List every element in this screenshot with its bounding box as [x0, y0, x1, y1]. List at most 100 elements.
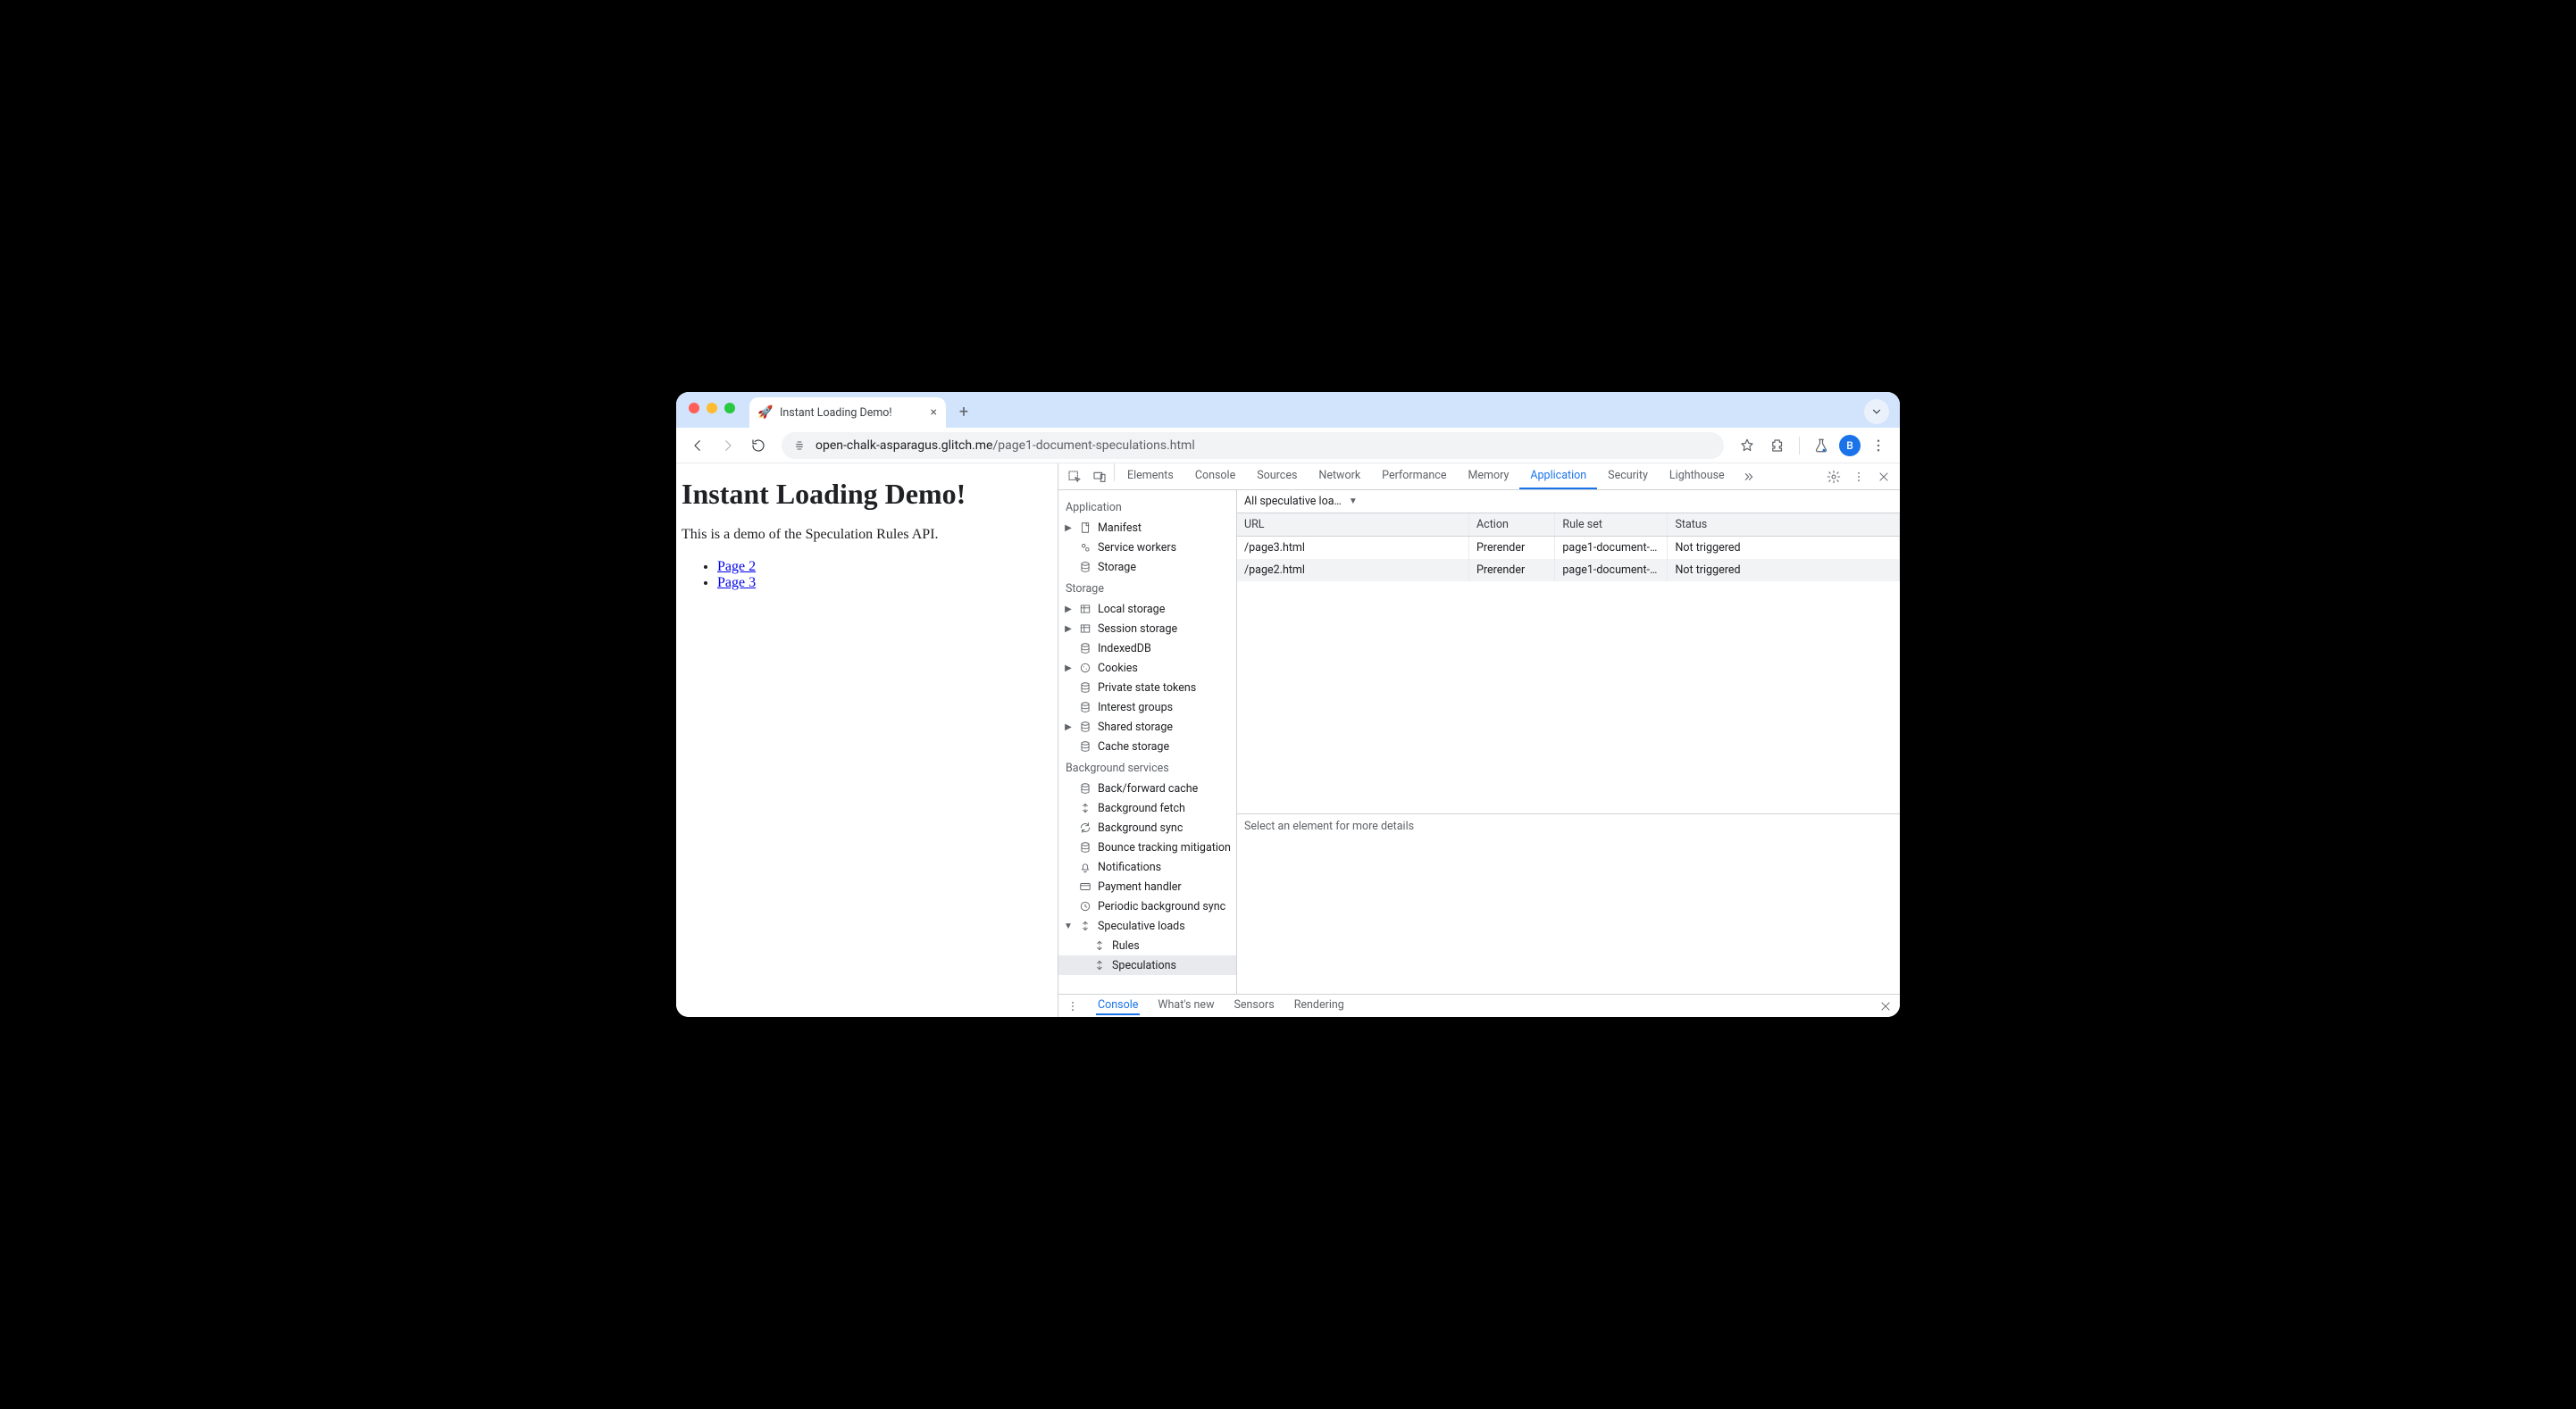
col-ruleset[interactable]: Rule set [1555, 513, 1668, 537]
devtools-tab-security[interactable]: Security [1597, 463, 1659, 489]
sidebar-item-cookies[interactable]: ▶Cookies [1058, 658, 1236, 678]
card-icon [1078, 880, 1092, 894]
new-tab-button[interactable]: + [951, 399, 976, 424]
devtools-kebab-button[interactable] [1846, 463, 1871, 489]
drawer-tab-console[interactable]: Console [1096, 998, 1140, 1015]
expand-arrow-icon: ▶ [1064, 523, 1073, 533]
sidebar-item-shared-storage[interactable]: ▶Shared storage [1058, 717, 1236, 737]
profile-avatar[interactable]: B [1839, 435, 1861, 456]
devtools-tab-sources[interactable]: Sources [1246, 463, 1308, 489]
sidebar-item-speculations[interactable]: Speculations [1058, 955, 1236, 975]
devtools-tab-console[interactable]: Console [1184, 463, 1246, 489]
toolbar-divider [1799, 437, 1800, 454]
devtools-tab-performance[interactable]: Performance [1371, 463, 1457, 489]
sidebar-item-notifications[interactable]: Notifications [1058, 857, 1236, 877]
divider [1114, 463, 1115, 481]
dropdown-icon: ▼ [1349, 496, 1358, 506]
speculations-filter-dropdown[interactable]: All speculative loa… ▼ [1244, 495, 1358, 508]
drawer-tab-rendering[interactable]: Rendering [1292, 998, 1346, 1013]
extensions-button[interactable] [1765, 433, 1790, 458]
page-viewport: Instant Loading Demo! This is a demo of … [676, 463, 1058, 1017]
forward-button[interactable] [715, 433, 740, 458]
devtools-tab-network[interactable]: Network [1308, 463, 1371, 489]
sidebar-item-label: Back/forward cache [1098, 782, 1198, 796]
gears-icon [1078, 540, 1092, 554]
drawer-tab-what-s-new[interactable]: What's new [1156, 998, 1216, 1013]
db-icon [1078, 781, 1092, 796]
sidebar-item-service-workers[interactable]: Service workers [1058, 538, 1236, 557]
devtools-tab-elements[interactable]: Elements [1117, 463, 1184, 489]
content-area: Instant Loading Demo! This is a demo of … [676, 463, 1900, 1017]
sidebar-item-private-state-tokens[interactable]: Private state tokens [1058, 678, 1236, 697]
favicon-icon: 🚀 [758, 405, 773, 420]
inspect-element-button[interactable] [1062, 463, 1087, 489]
address-bar[interactable]: open-chalk-asparagus.glitch.me/page1-doc… [782, 432, 1724, 459]
bookmark-button[interactable] [1735, 433, 1760, 458]
sidebar-item-label: Service workers [1098, 541, 1176, 554]
file-icon [1078, 521, 1092, 535]
sidebar-item-background-sync[interactable]: Background sync [1058, 818, 1236, 838]
close-window-button[interactable] [689, 403, 699, 413]
sidebar-item-local-storage[interactable]: ▶Local storage [1058, 599, 1236, 619]
close-tab-button[interactable]: × [931, 405, 937, 420]
sidebar-item-manifest[interactable]: ▶ Manifest [1058, 518, 1236, 538]
cell-status: Not triggered [1668, 559, 1900, 581]
devtools-tab-lighthouse[interactable]: Lighthouse [1659, 463, 1735, 489]
sidebar-item-cache-storage[interactable]: Cache storage [1058, 737, 1236, 756]
sidebar-item-indexeddb[interactable]: IndexedDB [1058, 638, 1236, 658]
page-link[interactable]: Page 3 [717, 575, 756, 590]
expand-arrow-icon: ▶ [1064, 624, 1073, 634]
col-status[interactable]: Status [1668, 513, 1900, 537]
db-icon [1078, 560, 1092, 574]
kebab-menu-button[interactable] [1866, 433, 1891, 458]
sidebar-group-title: Application [1058, 496, 1236, 518]
window-controls [683, 403, 744, 421]
sidebar-item-interest-groups[interactable]: Interest groups [1058, 697, 1236, 717]
page-link[interactable]: Page 2 [717, 559, 756, 574]
refresh-icon [1078, 821, 1092, 835]
maximize-window-button[interactable] [724, 403, 735, 413]
application-sidebar[interactable]: Application ▶ Manifest Service workers Stora… [1058, 490, 1237, 994]
sidebar-item-payment-handler[interactable]: Payment handler [1058, 877, 1236, 896]
sidebar-item-speculative-loads[interactable]: ▼Speculative loads [1058, 916, 1236, 936]
sidebar-item-label: Interest groups [1098, 701, 1173, 714]
devtools-settings-button[interactable] [1821, 463, 1846, 489]
speculations-filter-bar: All speculative loa… ▼ [1237, 490, 1900, 513]
table-row[interactable]: /page2.htmlPrerenderpage1-document-…Not … [1237, 559, 1900, 581]
filter-label: All speculative loa… [1244, 495, 1342, 508]
minimize-window-button[interactable] [707, 403, 717, 413]
sidebar-item-label: Manifest [1098, 521, 1142, 535]
sidebar-item-label: Background fetch [1098, 802, 1185, 815]
sidebar-item-bounce-tracking-mitigation[interactable]: Bounce tracking mitigation [1058, 838, 1236, 857]
sidebar-item-periodic-background-sync[interactable]: Periodic background sync [1058, 896, 1236, 916]
devtools-close-button[interactable] [1871, 463, 1896, 489]
device-toolbar-button[interactable] [1087, 463, 1112, 489]
sidebar-item-storage[interactable]: Storage [1058, 557, 1236, 577]
sidebar-item-back-forward-cache[interactable]: Back/forward cache [1058, 779, 1236, 798]
more-tabs-button[interactable] [1735, 463, 1761, 489]
drawer-kebab-button[interactable] [1064, 1000, 1082, 1013]
sidebar-item-rules[interactable]: Rules [1058, 936, 1236, 955]
page-link-list: Page 2 Page 3 [682, 559, 1052, 591]
col-url[interactable]: URL [1237, 513, 1469, 537]
back-button[interactable] [685, 433, 710, 458]
tab-overflow-button[interactable] [1864, 399, 1889, 424]
drawer-close-button[interactable] [1877, 1000, 1894, 1013]
sidebar-item-label: Storage [1098, 561, 1136, 574]
devtools-tab-memory[interactable]: Memory [1457, 463, 1519, 489]
db-icon [1078, 641, 1092, 655]
labs-button[interactable] [1809, 433, 1834, 458]
reload-button[interactable] [746, 433, 771, 458]
sidebar-item-background-fetch[interactable]: Background fetch [1058, 798, 1236, 818]
col-action[interactable]: Action [1469, 513, 1555, 537]
sidebar-item-label: Payment handler [1098, 880, 1182, 894]
sidebar-item-label: Speculations [1112, 959, 1176, 972]
sidebar-item-label: Background sync [1098, 821, 1183, 835]
table-row[interactable]: /page3.htmlPrerenderpage1-document-…Not … [1237, 537, 1900, 560]
drawer-tab-sensors[interactable]: Sensors [1232, 998, 1275, 1013]
cell-ruleset: page1-document-… [1555, 537, 1668, 560]
devtools-tab-application[interactable]: Application [1519, 463, 1597, 489]
site-info-icon[interactable] [790, 437, 808, 454]
sidebar-item-session-storage[interactable]: ▶Session storage [1058, 619, 1236, 638]
browser-tab[interactable]: 🚀 Instant Loading Demo! × [749, 397, 946, 428]
